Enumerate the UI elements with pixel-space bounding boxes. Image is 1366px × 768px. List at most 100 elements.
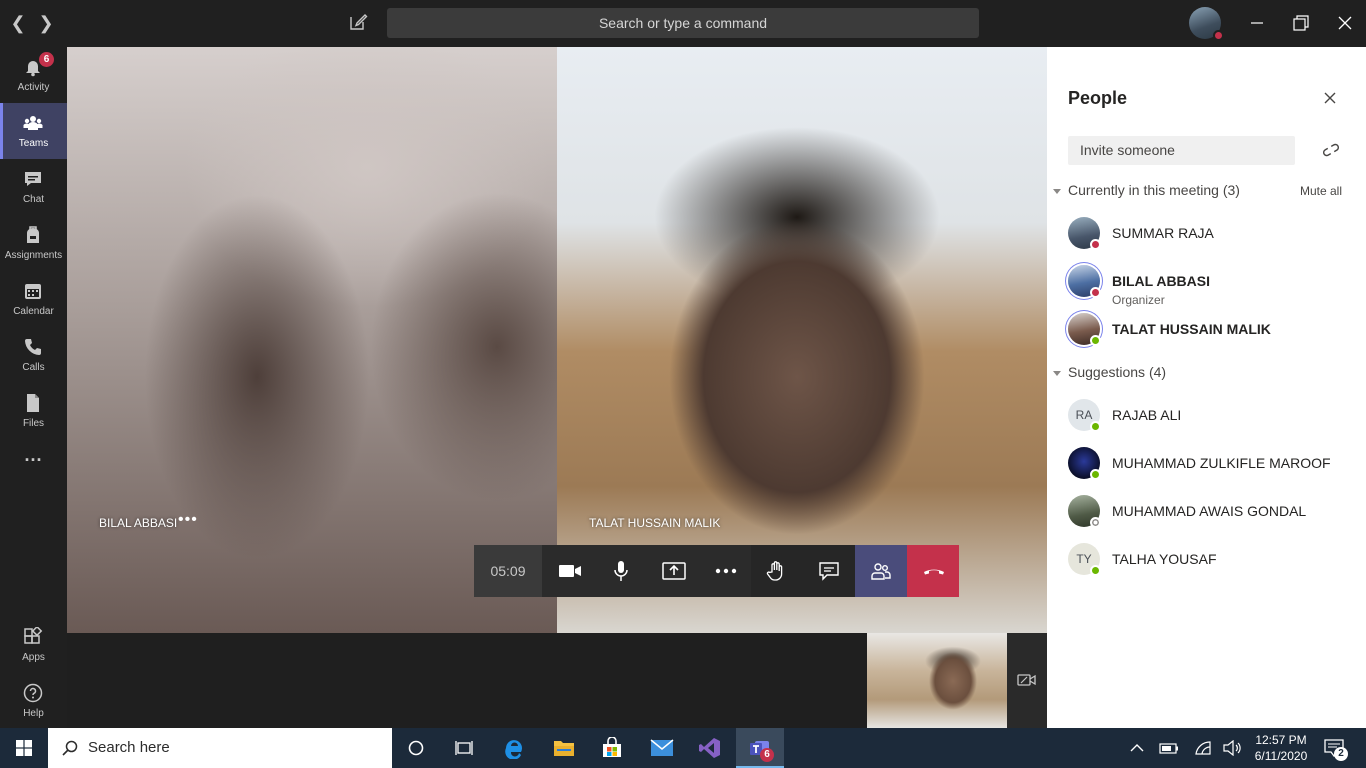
copy-link-icon[interactable] (1321, 140, 1341, 160)
participant-name: BILAL ABBASI (1112, 273, 1210, 289)
rail-item-assignments[interactable]: Assignments (0, 215, 67, 271)
restore-icon[interactable] (1290, 12, 1314, 34)
teams-icon (23, 116, 43, 130)
section-label: Currently in this meeting (3) (1068, 182, 1240, 198)
share-button[interactable] (647, 545, 699, 597)
participant-name: SUMMAR RAJA (1112, 225, 1214, 241)
switch-camera-icon[interactable] (1017, 671, 1037, 689)
rail-item-apps[interactable]: Apps (0, 617, 67, 673)
show-participants-button[interactable] (855, 545, 907, 597)
busy-status-icon (1090, 239, 1101, 250)
rail-label: Apps (22, 652, 45, 663)
in-meeting-section-header[interactable]: Currently in this meeting (3) (1053, 182, 1240, 198)
notification-count: 2 (1334, 747, 1348, 761)
meeting-stage: BILAL ABBASI ••• TALAT HUSSAIN MALIK (67, 47, 1047, 728)
participant-row[interactable]: SUMMAR RAJA (1068, 217, 1358, 257)
hang-up-icon (924, 569, 944, 575)
suggestion-row[interactable]: MUHAMMAD ZULKIFLE MAROOF (1068, 447, 1358, 487)
mute-all-button[interactable]: Mute all (1300, 184, 1342, 198)
hang-up-button[interactable] (907, 545, 959, 597)
rail-item-help[interactable]: Help (0, 673, 67, 729)
store-icon (603, 737, 621, 757)
microphone-button[interactable] (595, 545, 647, 597)
suggestions-section-header[interactable]: Suggestions (4) (1053, 364, 1166, 380)
close-panel-icon[interactable] (1321, 89, 1339, 107)
more-apps-icon: ... (24, 445, 43, 465)
camera-icon (559, 565, 581, 577)
task-view-button[interactable] (440, 728, 488, 768)
backpack-icon (27, 226, 39, 243)
system-clock[interactable]: 12:57 PM 6/11/2020 (1248, 732, 1314, 764)
rail-item-files[interactable]: Files (0, 383, 67, 439)
battery-button[interactable] (1157, 728, 1181, 768)
cortana-button[interactable] (392, 728, 440, 768)
participant-name: TALAT HUSSAIN MALIK (1112, 321, 1271, 337)
visual-studio-taskbar-button[interactable] (686, 728, 734, 768)
busy-status-icon (1090, 287, 1101, 298)
edge-taskbar-button[interactable] (490, 728, 538, 768)
chat-button[interactable] (803, 545, 855, 597)
section-label: Suggestions (4) (1068, 364, 1167, 380)
participant-role: Organizer (1112, 293, 1165, 307)
new-chat-icon[interactable] (348, 12, 370, 34)
show-hidden-icons-button[interactable] (1127, 728, 1147, 768)
phone-icon (25, 339, 41, 355)
more-icon (715, 568, 737, 574)
mail-icon (650, 739, 674, 756)
available-status-icon (1090, 335, 1101, 346)
minimize-icon[interactable] (1246, 12, 1270, 34)
calendar-icon (25, 284, 41, 299)
volume-button[interactable] (1221, 728, 1245, 768)
available-status-icon (1090, 421, 1101, 432)
suggestion-row[interactable]: RA RAJAB ALI (1068, 399, 1358, 439)
suggestion-row[interactable]: TY TALHA YOUSAF (1068, 543, 1358, 583)
rail-item-teams[interactable]: Teams (0, 103, 67, 159)
taskbar-search-input[interactable]: Search here (48, 728, 392, 768)
mail-taskbar-button[interactable] (638, 728, 686, 768)
rail-item-calendar[interactable]: Calendar (0, 271, 67, 327)
rail-item-calls[interactable]: Calls (0, 327, 67, 383)
network-button[interactable] (1191, 728, 1215, 768)
rail-item-activity[interactable]: 6 Activity (0, 47, 67, 103)
action-center-button[interactable]: 2 (1322, 728, 1352, 768)
raise-hand-button[interactable] (751, 545, 803, 597)
cortana-icon (408, 740, 424, 756)
suggestion-name: RAJAB ALI (1112, 407, 1182, 423)
file-explorer-taskbar-button[interactable] (540, 728, 588, 768)
busy-status-icon (1213, 30, 1224, 41)
taskbar-search-text: Search here (88, 739, 170, 756)
rail-label: Assignments (4, 250, 63, 261)
suggestion-name: MUHAMMAD ZULKIFLE MAROOF (1112, 455, 1331, 471)
rail-label: Calendar (13, 306, 54, 317)
command-search-input[interactable]: Search or type a command (387, 8, 979, 38)
available-status-icon (1090, 469, 1101, 480)
windows-taskbar: Search here 6 12:57 PM 6/11/2020 2 (0, 728, 1366, 768)
more-actions-button[interactable] (699, 545, 751, 597)
participants-icon (871, 563, 891, 580)
close-window-icon[interactable] (1334, 12, 1358, 34)
invite-someone-input[interactable]: Invite someone (1068, 136, 1295, 165)
chevron-down-icon (1053, 370, 1061, 376)
teams-taskbar-button[interactable]: 6 (736, 728, 784, 768)
participant-row[interactable]: BILAL ABBASI Organizer (1068, 265, 1358, 307)
forward-arrow-icon[interactable]: ❯ (36, 12, 56, 34)
hand-icon (766, 561, 783, 581)
call-timer: 05:09 (474, 545, 542, 597)
rail-item-chat[interactable]: Chat (0, 159, 67, 215)
apps-icon (24, 627, 43, 644)
camera-button[interactable] (543, 545, 595, 597)
rail-item-more[interactable]: ... (0, 439, 67, 495)
participant-row[interactable]: TALAT HUSSAIN MALIK (1068, 313, 1358, 353)
profile-avatar[interactable] (1189, 7, 1224, 41)
file-icon (27, 394, 39, 412)
self-video-preview[interactable] (867, 633, 1007, 728)
conversation-icon (819, 562, 839, 581)
suggestion-row[interactable]: MUHAMMAD AWAIS GONDAL (1068, 495, 1358, 535)
start-button[interactable] (0, 728, 48, 768)
rail-label: Chat (22, 194, 45, 205)
available-status-icon (1090, 565, 1101, 576)
more-options-icon[interactable]: ••• (178, 511, 198, 529)
suggestion-name: MUHAMMAD AWAIS GONDAL (1112, 503, 1307, 519)
store-taskbar-button[interactable] (588, 728, 636, 768)
back-arrow-icon[interactable]: ❮ (8, 12, 28, 34)
